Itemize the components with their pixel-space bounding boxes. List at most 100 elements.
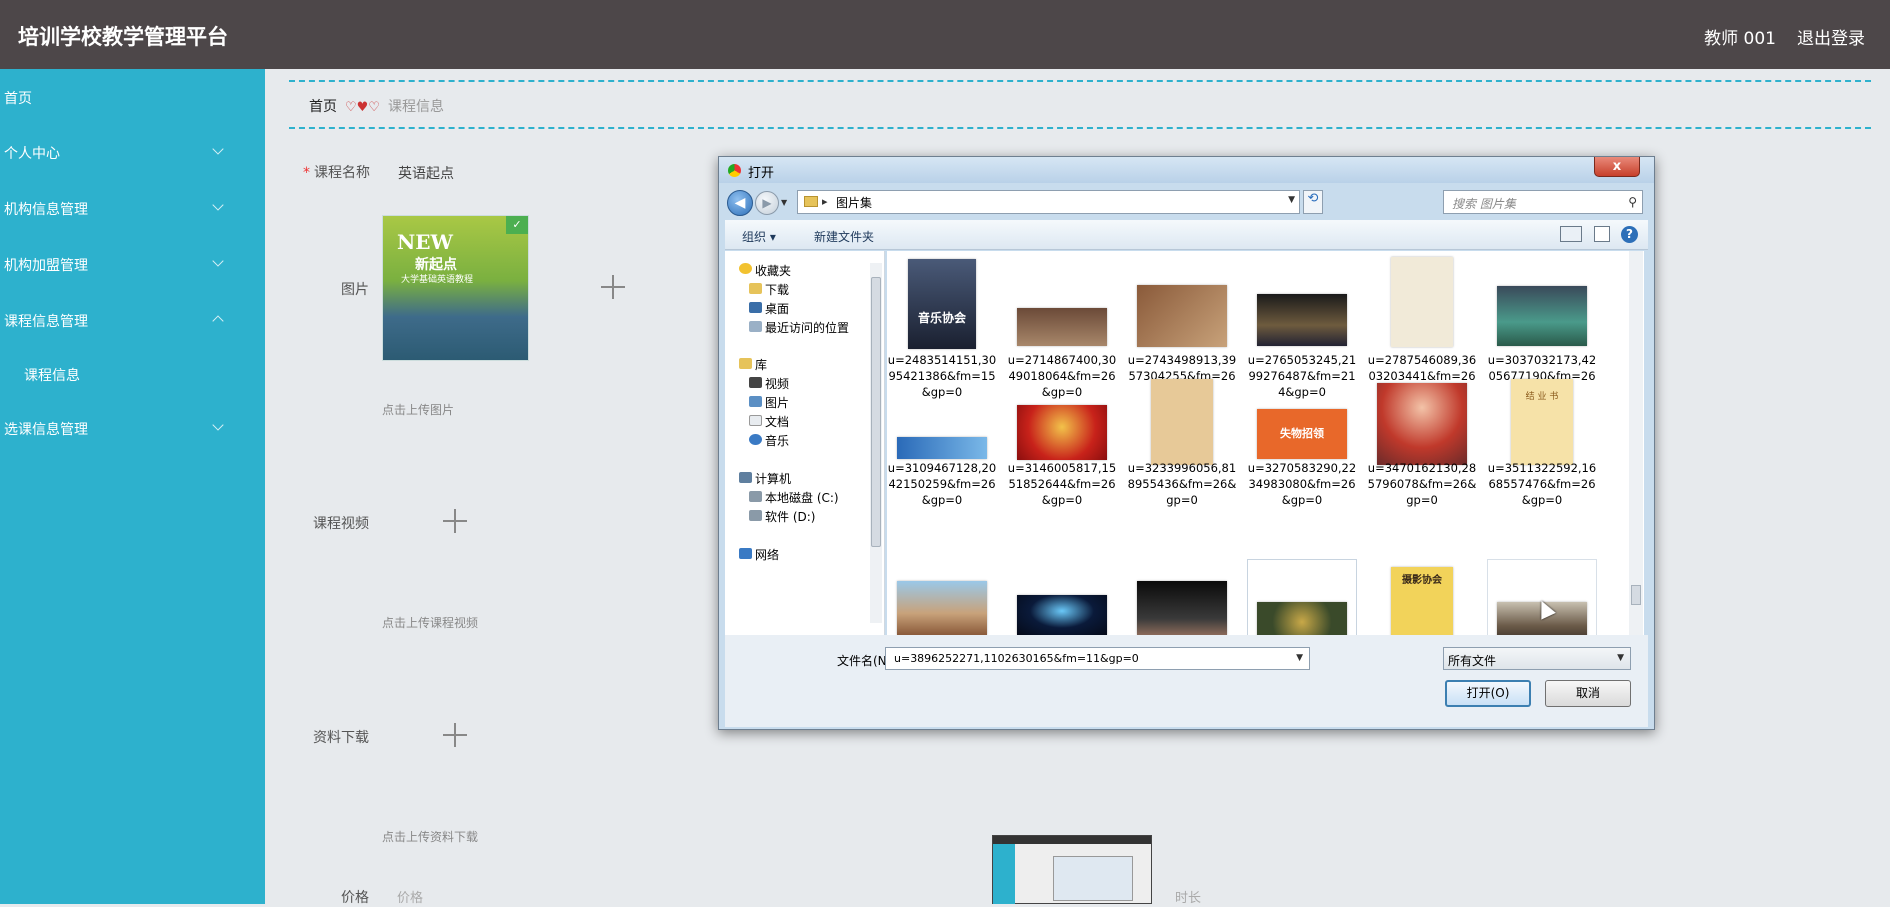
file-item[interactable]: u=3037032173,4205677190&fm=26&gp=0: [1487, 251, 1597, 399]
sidebar-item-course-management[interactable]: 课程信息管理: [4, 311, 244, 331]
file-name: u=2483514151,3095421386&fm=15&gp=0: [887, 353, 997, 399]
new-folder-button[interactable]: 新建文件夹: [814, 228, 874, 245]
download-upload-hint[interactable]: 点击上传资料下载: [382, 828, 478, 845]
file-thumbnail: [897, 437, 987, 459]
video-upload-hint[interactable]: 点击上传课程视频: [382, 614, 478, 631]
history-dropdown-icon[interactable]: ▼: [781, 198, 787, 207]
add-image-plus-icon[interactable]: [601, 275, 625, 299]
sidebar-item-home[interactable]: 首页: [4, 88, 32, 108]
address-path[interactable]: 图片集: [836, 194, 872, 211]
breadcrumb-home[interactable]: 首页: [309, 99, 337, 115]
nav-computer[interactable]: 计算机: [755, 470, 791, 487]
address-bar[interactable]: ▸ 图片集 ▼: [797, 190, 1300, 214]
nav-favorites[interactable]: 收藏夹: [755, 262, 791, 279]
file-item[interactable]: u=2743498913,3957304255&fm=26&gp=0: [1127, 251, 1237, 399]
sidebar-item-label: 机构信息管理: [4, 202, 88, 218]
nav-scrollbar[interactable]: [870, 263, 882, 623]
file-item[interactable]: [887, 581, 997, 635]
chevron-down-icon: [212, 419, 224, 431]
sidebar-item-label: 课程信息管理: [4, 314, 88, 330]
sidebar-item-personal-center[interactable]: 个人中心: [4, 143, 244, 163]
back-button[interactable]: ◀: [727, 190, 753, 216]
close-button[interactable]: x: [1594, 157, 1640, 177]
file-name: u=3109467128,2042150259&fm=26&gp=0: [887, 461, 997, 507]
heart-separator-icon: ♡♥♡: [345, 100, 380, 115]
dialog-titlebar[interactable]: 打开 x: [719, 157, 1654, 183]
file-thumbnail: [1391, 257, 1453, 347]
file-item[interactable]: 摄影协会: [1367, 567, 1477, 635]
nav-drive-c[interactable]: 本地磁盘 (C:): [765, 489, 839, 506]
add-download-plus-icon[interactable]: [443, 723, 467, 747]
preview-pane-icon[interactable]: [1594, 226, 1610, 242]
file-item[interactable]: u=3470162130,285796078&fm=26&gp=0: [1367, 383, 1477, 525]
price-label: 价格: [341, 890, 369, 906]
add-video-plus-icon[interactable]: [443, 509, 467, 533]
sidebar-item-franchise[interactable]: 机构加盟管理: [4, 255, 244, 275]
scroll-thumb[interactable]: [1631, 585, 1641, 605]
sidebar-item-course-info[interactable]: 课程信息: [24, 365, 80, 385]
breadcrumb-chevron-icon[interactable]: ▸: [822, 195, 828, 208]
file-item[interactable]: u=3233996056,818955436&fm=26&gp=0: [1127, 379, 1237, 525]
cover-title: 新起点: [415, 257, 457, 273]
sidebar-item-org-info[interactable]: 机构信息管理: [4, 199, 244, 219]
file-list-scrollbar[interactable]: [1629, 251, 1643, 635]
scroll-thumb[interactable]: [871, 277, 881, 547]
file-type-select[interactable]: 所有文件 ▼: [1443, 647, 1631, 670]
filename-input[interactable]: u=3896252271,1102630165&fm=11&gp=0 ▼: [885, 647, 1310, 670]
file-thumbnail: [1017, 405, 1107, 460]
open-button[interactable]: 打开(O): [1445, 680, 1531, 707]
file-item[interactable]: [1127, 581, 1237, 635]
organize-button[interactable]: 组织 ▾: [742, 228, 776, 245]
breadcrumb: 首页 ♡♥♡ 课程信息: [309, 96, 444, 116]
refresh-button[interactable]: ⟲: [1303, 190, 1323, 214]
chevron-down-icon: [212, 143, 224, 155]
logout-link[interactable]: 退出登录: [1797, 24, 1865, 49]
nav-pictures[interactable]: 图片: [765, 394, 789, 411]
nav-desktop[interactable]: 桌面: [765, 300, 789, 317]
file-thumbnail: 摄影协会: [1391, 567, 1453, 635]
duration-input[interactable]: 时长: [1175, 887, 1201, 906]
nav-downloads[interactable]: 下载: [765, 281, 789, 298]
pictures-icon: [749, 396, 762, 407]
cancel-button[interactable]: 取消: [1545, 680, 1631, 707]
breadcrumb-current: 课程信息: [387, 99, 444, 115]
chevron-down-icon[interactable]: ▼: [1288, 195, 1295, 205]
nav-library[interactable]: 库: [755, 356, 767, 373]
file-name: u=3146005817,1551852644&fm=26&gp=0: [1007, 461, 1117, 507]
nav-drive-d[interactable]: 软件 (D:): [765, 508, 815, 525]
help-icon[interactable]: ?: [1621, 226, 1638, 243]
file-item[interactable]: u=2787546089,3603203441&fm=26&gp=0: [1367, 251, 1477, 399]
file-item[interactable]: 结 业 书 u=3511322592,1668557476&fm=26&gp=0: [1487, 379, 1597, 525]
file-item[interactable]: 音乐协会 u=2483514151,3095421386&fm=15&gp=0: [887, 251, 997, 399]
forward-button[interactable]: ▶: [755, 191, 779, 215]
file-item[interactable]: u=2765053245,2199276487&fm=214&gp=0: [1247, 251, 1357, 399]
nav-documents[interactable]: 文档: [765, 413, 789, 430]
file-name: u=3511322592,1668557476&fm=26&gp=0: [1487, 461, 1597, 507]
nav-recent[interactable]: 最近访问的位置: [765, 319, 849, 336]
file-item[interactable]: [1007, 595, 1117, 635]
file-item[interactable]: [1487, 559, 1597, 635]
view-options-icon[interactable]: [1560, 226, 1582, 242]
nav-videos[interactable]: 视频: [765, 375, 789, 392]
file-item[interactable]: u=2714867400,3049018064&fm=26&gp=0: [1007, 251, 1117, 399]
user-name[interactable]: 教师 001: [1704, 24, 1776, 49]
chevron-down-icon[interactable]: ▼: [1296, 653, 1303, 663]
search-input[interactable]: 搜索 图片集 ⚲: [1443, 190, 1643, 214]
sidebar-item-label: 选课信息管理: [4, 422, 88, 438]
file-item[interactable]: u=3109467128,2042150259&fm=26&gp=0: [887, 405, 997, 525]
sidebar-item-enrollment[interactable]: 选课信息管理: [4, 419, 244, 439]
music-icon: [749, 434, 762, 445]
file-item[interactable]: u=3146005817,1551852644&fm=26&gp=0: [1007, 405, 1117, 525]
price-input[interactable]: 价格: [397, 887, 423, 906]
nav-music[interactable]: 音乐: [765, 432, 789, 449]
chevron-down-icon[interactable]: ▼: [1617, 653, 1624, 663]
file-item[interactable]: [1247, 559, 1357, 635]
chrome-icon: [728, 164, 741, 177]
course-name-input[interactable]: 英语起点: [398, 163, 454, 183]
file-item[interactable]: 失物招领 u=3270583290,2234983080&fm=26&gp=0: [1247, 405, 1357, 525]
image-upload-hint[interactable]: 点击上传图片: [382, 401, 454, 418]
file-thumbnail: [1257, 294, 1347, 346]
nav-network[interactable]: 网络: [755, 546, 779, 563]
search-icon[interactable]: ⚲: [1628, 195, 1637, 209]
sidebar-item-label: 个人中心: [4, 146, 60, 162]
